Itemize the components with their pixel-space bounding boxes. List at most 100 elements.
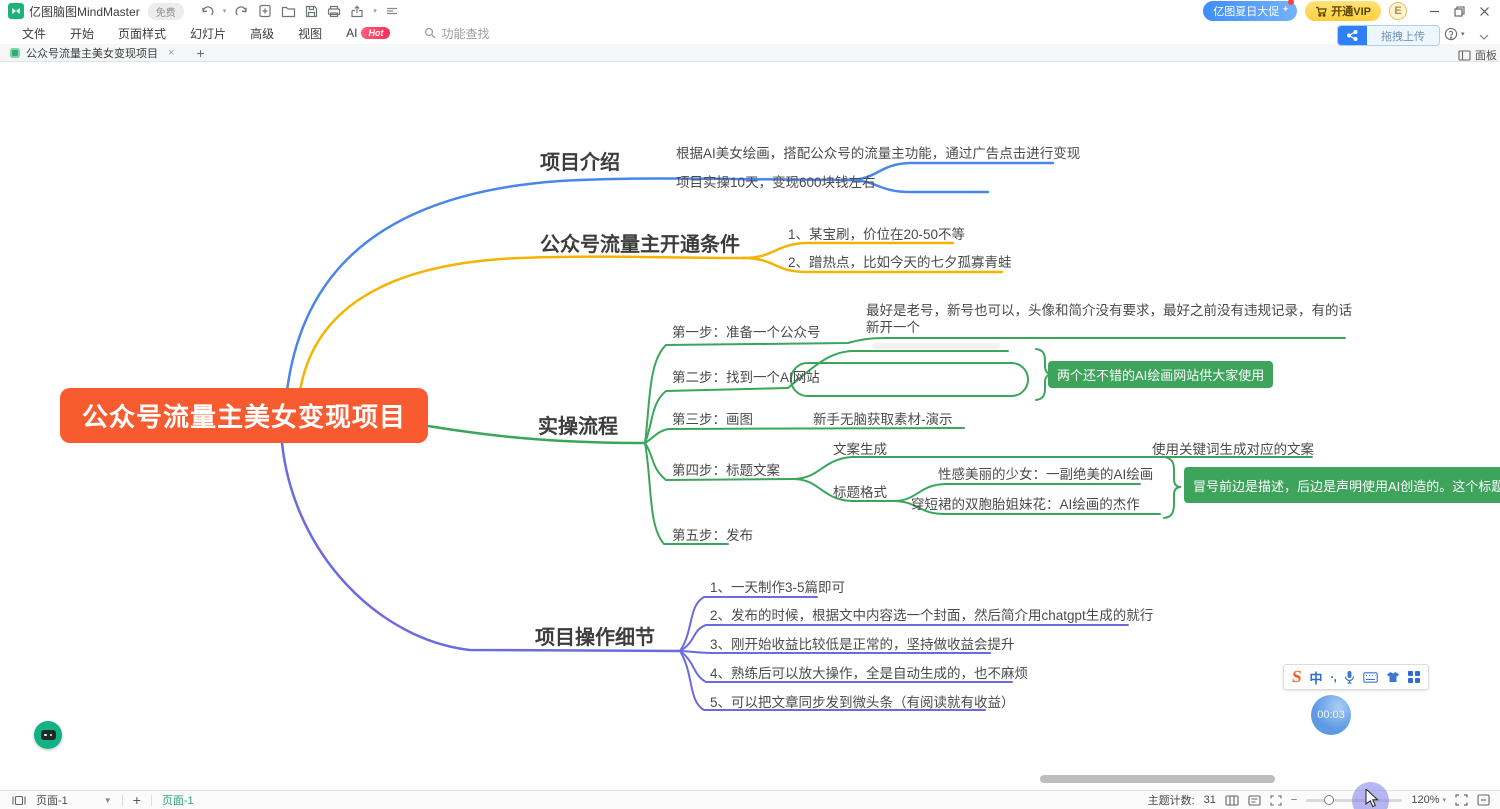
branch-conditions-label[interactable]: 公众号流量主开通条件 (540, 228, 740, 257)
user-avatar[interactable]: E (1389, 2, 1407, 20)
zoom-level-caret[interactable]: ▾ (1442, 796, 1446, 804)
active-page-tab[interactable]: 页面-1 (162, 792, 194, 808)
menu-advanced[interactable]: 高级 (238, 23, 286, 44)
toolbox-grid-icon[interactable] (1408, 671, 1420, 683)
zoom-out-button[interactable]: − (1291, 794, 1297, 806)
help-menu[interactable]: ▾ (1444, 27, 1465, 41)
sogou-logo-icon: S (1291, 667, 1303, 687)
save-button[interactable] (305, 5, 318, 18)
tab-close-icon[interactable]: × (168, 47, 174, 59)
title-bar: 亿图脑图MindMaster 免费 ▾ ▾ 亿图夏日大促✦ 开通VIP E (0, 0, 1500, 22)
restore-button[interactable] (1454, 6, 1465, 17)
menu-page-style[interactable]: 页面样式 (106, 23, 178, 44)
callout-title-format-tip[interactable]: 冒号前边是描述，后边是声明使用AI创造的。这个标题格 (1184, 467, 1500, 503)
menu-ai[interactable]: AI (334, 24, 359, 42)
mindmap-root-topic[interactable]: 公众号流量主美女变现项目 (60, 388, 428, 443)
cloud-upload-button[interactable]: 拖拽上传 (1337, 25, 1440, 46)
node-details-c4[interactable]: 4、熟练后可以放大操作，全是自动生成的，也不麻烦 (710, 662, 1028, 682)
node-intro-c1[interactable]: 根据AI美女绘画，搭配公众号的流量主功能，通过广告点击进行变现 (676, 142, 1080, 162)
node-step1-note[interactable]: 最好是老号，新号也可以，头像和简介没有要求，最好之前没有违规记录，有的话新开一个 (866, 302, 1358, 336)
callout-ai-websites[interactable]: 两个还不错的AI绘画网站供大家使用 (1048, 361, 1273, 388)
zoom-level-value[interactable]: 120% (1411, 794, 1439, 806)
node-title-example1[interactable]: 性感美丽的少女：一副绝美的AI绘画 (938, 463, 1153, 483)
document-tab[interactable]: 公众号流量主美女变现项目 × (10, 44, 182, 62)
menu-view[interactable]: 视图 (286, 23, 334, 44)
punctuation-icon[interactable]: ·, (1330, 670, 1335, 684)
node-intro-c2[interactable]: 项目实操10天，变现600块钱左右 (676, 171, 876, 191)
node-copy-gen[interactable]: 文案生成 (833, 438, 887, 458)
branch-intro-label[interactable]: 项目介绍 (540, 146, 620, 175)
open-vip-button[interactable]: 开通VIP (1305, 1, 1381, 21)
help-icon (1444, 27, 1458, 41)
menu-file[interactable]: 文件 (10, 23, 58, 44)
recording-timer-bubble[interactable]: 00:03 (1311, 695, 1351, 735)
fit-window-icon[interactable] (1270, 795, 1282, 806)
page-selector[interactable]: 页面-1 (36, 792, 68, 808)
minimize-button[interactable] (1429, 6, 1440, 17)
topic-count-label: 主题计数: (1148, 792, 1195, 808)
page-selector-caret[interactable]: ▼ (104, 796, 112, 805)
mindmap-doc-icon (10, 48, 20, 58)
node-copy-gen-note[interactable]: 使用关键词生成对应的文案 (1152, 438, 1314, 458)
search-icon (424, 27, 436, 39)
node-step3[interactable]: 第三步：画图 (672, 408, 753, 428)
feature-search[interactable]: 功能查找 (424, 25, 489, 42)
cloud-share-icon (1338, 26, 1367, 45)
new-tab-button[interactable]: + (196, 45, 204, 61)
summer-promo-button[interactable]: 亿图夏日大促✦ (1203, 1, 1297, 21)
skin-icon[interactable] (1386, 671, 1400, 683)
undo-button[interactable] (200, 5, 214, 18)
mindmap-canvas[interactable]: 公众号流量主美女变现项目 项目介绍 根据AI美女绘画，搭配公众号的流量主功能，通… (0, 0, 1500, 809)
ribbon-collapse-chevron[interactable] (1478, 28, 1490, 46)
panel-toggle-button[interactable]: 面板 (1458, 47, 1497, 63)
undo-dropdown-caret[interactable]: ▾ (223, 7, 227, 15)
print-button[interactable] (327, 5, 341, 18)
keyboard-icon[interactable] (1363, 672, 1378, 683)
close-button[interactable] (1479, 6, 1490, 17)
node-details-c1[interactable]: 1、一天制作3-5篇即可 (710, 576, 845, 596)
branch-process-label[interactable]: 实操流程 (538, 410, 618, 439)
app-title: 亿图脑图MindMaster (29, 3, 140, 20)
menu-slides[interactable]: 幻灯片 (178, 23, 238, 44)
share-dropdown-caret[interactable]: ▾ (373, 7, 377, 15)
chinese-mode-indicator[interactable]: 中 (1309, 668, 1322, 687)
menu-home[interactable]: 开始 (58, 23, 106, 44)
document-tab-title: 公众号流量主美女变现项目 (26, 45, 158, 61)
robot-face-icon (41, 730, 56, 740)
node-step2[interactable]: 第二步：找到一个AI网站 (672, 366, 820, 386)
outline-view-icon[interactable] (1225, 795, 1239, 806)
node-title-format[interactable]: 标题格式 (833, 481, 887, 501)
blurred-text-remnant (872, 343, 1000, 349)
open-file-button[interactable] (281, 5, 296, 18)
node-step4[interactable]: 第四步：标题文案 (672, 459, 780, 479)
statusbar-divider (122, 795, 123, 806)
sogou-ime-toolbar[interactable]: S 中 ·, (1283, 664, 1429, 690)
node-step3-note[interactable]: 新手无脑获取素材-演示 (813, 408, 953, 428)
zoom-slider-knob[interactable] (1324, 795, 1334, 805)
node-details-c2[interactable]: 2、发布的时候，根据文中内容选一个封面，然后简介用chatgpt生成的就行 (710, 604, 1153, 624)
branch-details-label[interactable]: 项目操作细节 (535, 621, 655, 650)
horizontal-scrollbar-thumb[interactable] (1040, 775, 1275, 783)
statusbar-divider (151, 795, 152, 806)
page-overview-icon[interactable] (12, 795, 26, 806)
ai-assistant-button[interactable] (34, 721, 62, 749)
node-step1[interactable]: 第一步：准备一个公众号 (672, 321, 821, 341)
customize-toolbar-icon[interactable] (386, 6, 398, 16)
share-export-button[interactable] (350, 5, 364, 18)
redo-button[interactable] (235, 5, 249, 18)
node-details-c3[interactable]: 3、刚开始收益比较低是正常的，坚持做收益会提升 (710, 633, 1015, 653)
fullscreen-icon[interactable] (1455, 794, 1468, 806)
panel-icon (1458, 50, 1471, 61)
node-title-example2[interactable]: 穿短裙的双胞胎姐妹花：AI绘画的杰作 (911, 493, 1140, 513)
node-conditions-c2[interactable]: 2、蹭热点，比如今天的七夕孤寡青蛙 (788, 251, 1012, 271)
add-page-button[interactable]: + (133, 792, 141, 808)
new-document-button[interactable] (258, 4, 272, 18)
collapse-topics-icon[interactable] (1477, 794, 1490, 806)
microphone-icon[interactable] (1344, 670, 1355, 684)
mindmap-view-icon[interactable] (1248, 795, 1261, 806)
node-step5[interactable]: 第五步：发布 (672, 524, 753, 544)
node-conditions-c1[interactable]: 1、某宝刷，价位在20-50不等 (788, 223, 965, 243)
status-bar: 页面-1 ▼ + 页面-1 主题计数: 31 − 120% ▾ (0, 790, 1500, 809)
node-details-c5[interactable]: 5、可以把文章同步发到微头条（有阅读就有收益） (710, 691, 1015, 711)
ribbon-menu-bar: 文件 开始 页面样式 幻灯片 高级 视图 AI Hot 功能查找 (0, 22, 1500, 44)
